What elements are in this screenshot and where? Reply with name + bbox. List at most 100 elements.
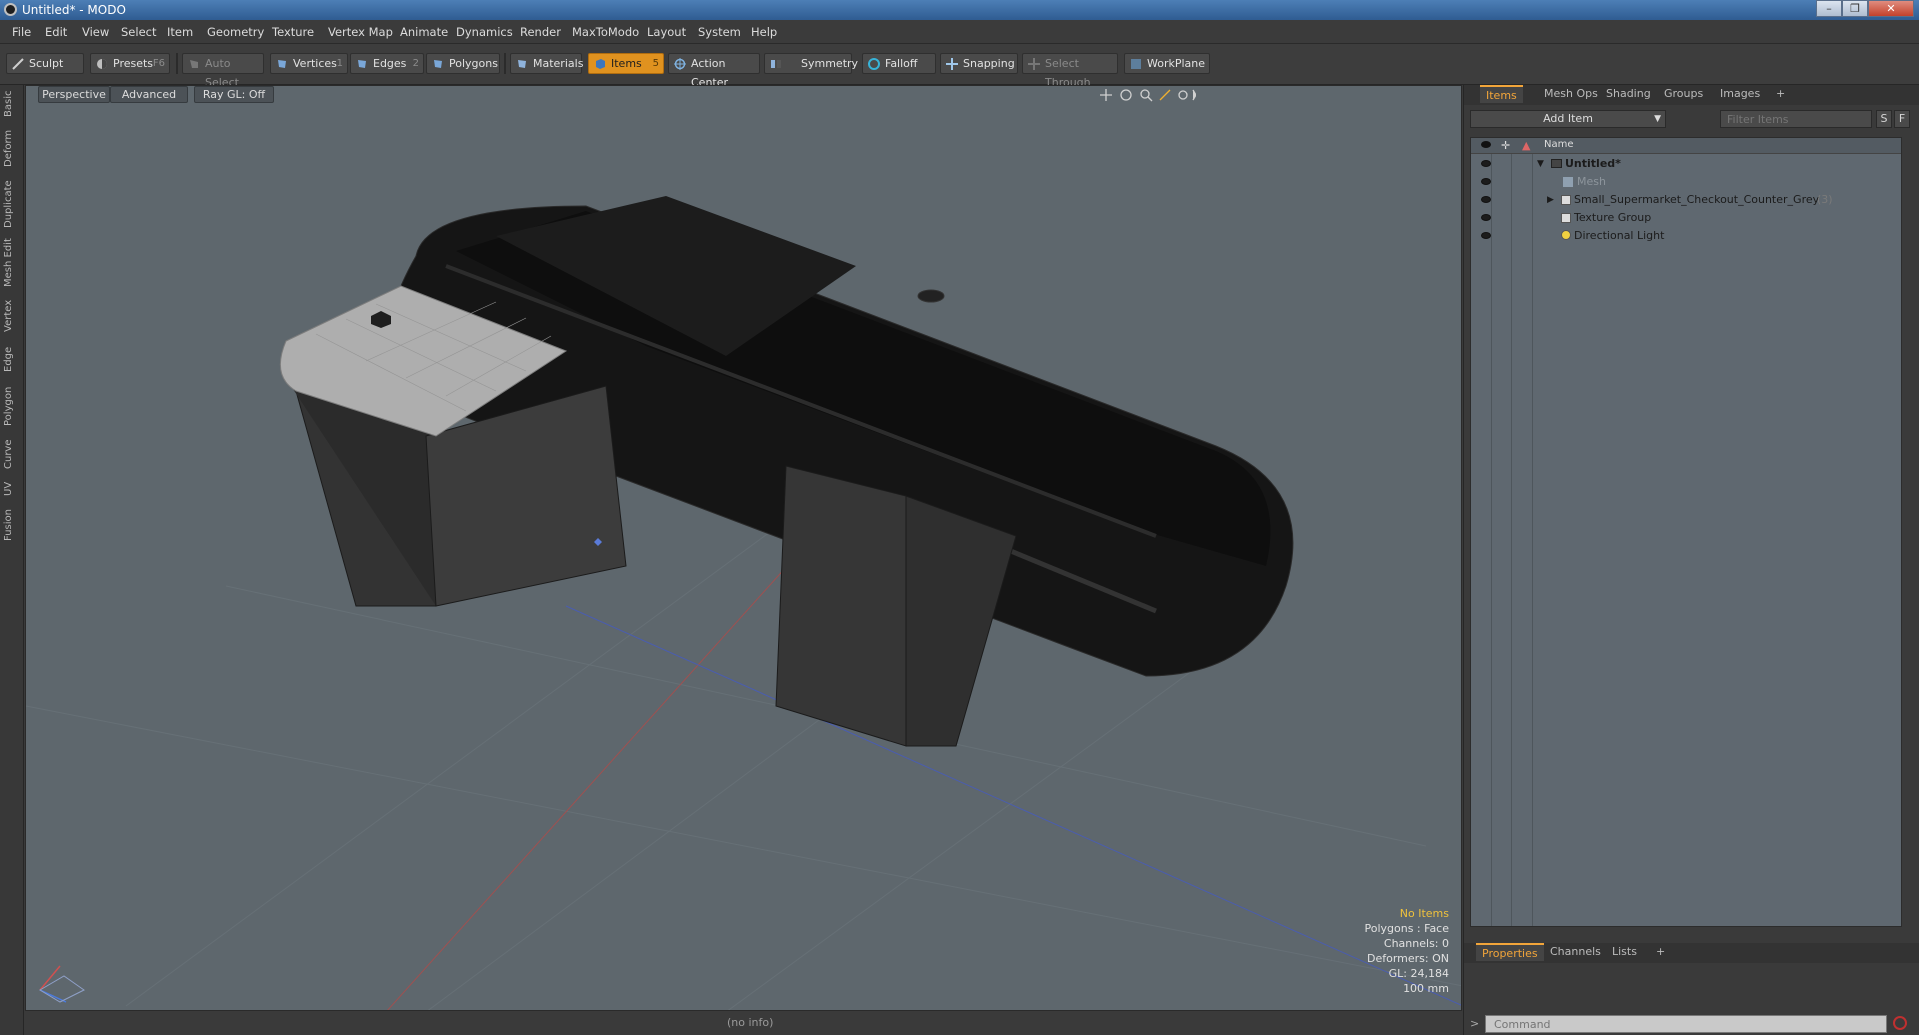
- add-tab-button[interactable]: +: [1770, 85, 1791, 103]
- vertices-label: Vertices: [293, 57, 337, 70]
- add-item-dropdown[interactable]: Add Item ▼: [1470, 110, 1666, 128]
- tree-row-counter[interactable]: ▶ Small_Supermarket_Checkout_Counter_Gre…: [1471, 191, 1901, 209]
- counter-child-count: (3): [1817, 193, 1833, 206]
- menu-item[interactable]: Item: [167, 25, 193, 39]
- tree-row-light[interactable]: Directional Light: [1471, 227, 1901, 245]
- tab-polygon[interactable]: Polygon: [3, 381, 21, 431]
- menu-select[interactable]: Select: [121, 25, 156, 39]
- tab-mesh-edit[interactable]: Mesh Edit: [3, 235, 21, 291]
- menu-file[interactable]: File: [12, 25, 31, 39]
- tab-groups[interactable]: Groups: [1658, 85, 1709, 103]
- visibility-eye-icon[interactable]: [1481, 232, 1491, 239]
- maximize-button[interactable]: ❐: [1842, 0, 1868, 17]
- scene-render: [26, 196, 1461, 1010]
- filter-items-input[interactable]: [1720, 110, 1872, 128]
- items-mode-button[interactable]: Items 5: [588, 53, 664, 74]
- menu-animate[interactable]: Animate: [400, 25, 448, 39]
- menu-edit[interactable]: Edit: [45, 25, 67, 39]
- expand-triangle-icon[interactable]: ▼: [1537, 155, 1544, 173]
- tab-basic[interactable]: Basic: [3, 87, 21, 121]
- minimize-button[interactable]: –: [1816, 0, 1842, 17]
- raygl-toggle[interactable]: Ray GL: Off: [194, 86, 274, 103]
- viewport-nav-icons[interactable]: [1096, 86, 1196, 104]
- hud-scale: 100 mm: [1403, 982, 1449, 995]
- tab-channels[interactable]: Channels: [1544, 943, 1607, 961]
- materials-button[interactable]: Materials: [510, 53, 583, 74]
- menu-geometry[interactable]: Geometry: [207, 25, 264, 39]
- menu-vertex-map[interactable]: Vertex Map: [328, 25, 393, 39]
- lock-header-icon: ✛: [1501, 139, 1511, 152]
- polygons-icon: [434, 60, 442, 68]
- menu-help[interactable]: Help: [751, 25, 777, 39]
- tab-lists[interactable]: Lists: [1606, 943, 1643, 961]
- workplane-button[interactable]: WorkPlane: [1124, 53, 1210, 74]
- record-icon[interactable]: [1893, 1016, 1907, 1030]
- scene-label: Untitled*: [1565, 157, 1621, 170]
- tab-curve[interactable]: Curve: [3, 435, 21, 473]
- menu-system[interactable]: System: [698, 25, 741, 39]
- tree-row-scene[interactable]: ▼ Untitled*: [1471, 155, 1901, 173]
- filter-s-button[interactable]: S: [1876, 110, 1892, 128]
- select-through-button[interactable]: Select Through: [1022, 53, 1118, 89]
- group-icon: [1561, 213, 1571, 223]
- tab-fusion[interactable]: Fusion: [3, 505, 21, 545]
- mesh-icon: [1563, 177, 1573, 187]
- presets-shortcut: F6: [152, 58, 165, 69]
- vertices-button[interactable]: Vertices 1: [270, 53, 348, 74]
- shading-advanced-menu[interactable]: Advanced: [110, 86, 188, 103]
- auto-select-button[interactable]: Auto Select: [182, 53, 264, 89]
- render-header-icon: ▲: [1522, 139, 1531, 152]
- workplane-icon: [1131, 59, 1141, 69]
- filter-f-button[interactable]: F: [1894, 110, 1910, 128]
- action-center-button[interactable]: Action Center: [668, 53, 760, 89]
- 3d-viewport[interactable]: Perspective Advanced Ray GL: Off No Item…: [25, 85, 1462, 1011]
- z-axis-line: [565, 605, 1461, 1006]
- menu-dynamics[interactable]: Dynamics: [456, 25, 513, 39]
- hud-gl: GL: 24,184: [1388, 967, 1449, 980]
- expand-triangle-icon[interactable]: ▶: [1547, 191, 1554, 209]
- falloff-label: Falloff: [885, 57, 918, 70]
- tab-mesh-ops[interactable]: Mesh Ops: [1538, 85, 1604, 103]
- visibility-eye-icon[interactable]: [1481, 178, 1491, 185]
- menu-view[interactable]: View: [82, 25, 109, 39]
- tab-properties[interactable]: Properties: [1476, 943, 1544, 961]
- tree-row-mesh[interactable]: Mesh: [1471, 173, 1901, 191]
- perspective-menu[interactable]: Perspective: [38, 86, 110, 103]
- edges-button[interactable]: Edges 2: [350, 53, 424, 74]
- tree-row-texture-group[interactable]: Texture Group: [1471, 209, 1901, 227]
- chevron-down-icon: ▼: [1654, 114, 1661, 124]
- polygons-button[interactable]: Polygons: [426, 53, 500, 74]
- close-button[interactable]: ✕: [1868, 0, 1914, 17]
- command-input[interactable]: [1485, 1015, 1887, 1033]
- tab-images[interactable]: Images: [1714, 85, 1766, 103]
- add-tab-button[interactable]: +: [1650, 943, 1671, 961]
- sculpt-button[interactable]: Sculpt: [6, 53, 84, 74]
- visibility-header-icon: [1481, 141, 1491, 148]
- tab-duplicate[interactable]: Duplicate: [3, 177, 21, 231]
- vertices-shortcut: 1: [336, 58, 343, 69]
- tab-uv[interactable]: UV: [3, 477, 21, 501]
- tab-edge[interactable]: Edge: [3, 341, 21, 377]
- toolbar-divider: [504, 53, 506, 74]
- menu-bar: File Edit View Select Item Geometry Text…: [0, 20, 1919, 44]
- menu-layout[interactable]: Layout: [647, 25, 686, 39]
- visibility-eye-icon[interactable]: [1481, 196, 1491, 203]
- item-tree[interactable]: ✛ ▲ Name ▼ Untitled* Mesh ▶ Small_Superm…: [1470, 137, 1902, 927]
- symmetry-button[interactable]: Symmetry: [764, 53, 858, 74]
- checkout-counter-model: [279, 196, 1294, 747]
- tab-items[interactable]: Items: [1480, 85, 1523, 103]
- menu-texture[interactable]: Texture: [272, 25, 314, 39]
- visibility-eye-icon[interactable]: [1481, 160, 1491, 167]
- presets-button[interactable]: Presets F6: [90, 53, 170, 74]
- falloff-button[interactable]: Falloff: [862, 53, 936, 74]
- tab-shading[interactable]: Shading: [1600, 85, 1657, 103]
- menu-maxtomodo[interactable]: MaxToModo: [572, 25, 639, 39]
- viewport-hud: No Items Polygons : Face Channels: 0 Def…: [1364, 906, 1449, 996]
- mesh-label: Mesh: [1577, 175, 1606, 188]
- tab-vertex[interactable]: Vertex: [3, 295, 21, 337]
- snapping-button[interactable]: Snapping: [940, 53, 1018, 74]
- materials-icon: [518, 60, 526, 68]
- visibility-eye-icon[interactable]: [1481, 214, 1491, 221]
- menu-render[interactable]: Render: [520, 25, 561, 39]
- tab-deform[interactable]: Deform: [3, 125, 21, 171]
